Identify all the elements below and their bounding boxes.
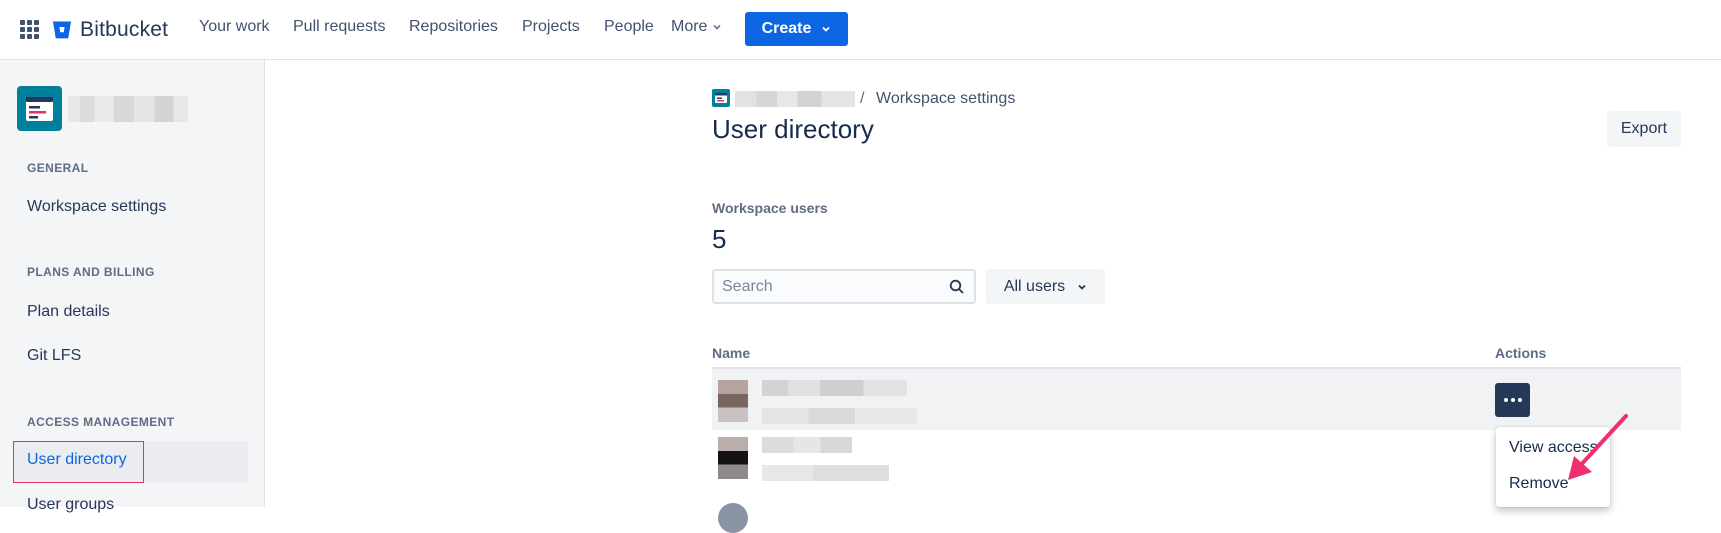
column-header-actions: Actions [1495,345,1547,361]
user-name-redacted [762,437,852,453]
more-horizontal-icon-dot [1517,398,1522,402]
sidebar-item-user-groups[interactable]: User groups [27,496,114,514]
user-name-redacted [762,380,907,396]
chevron-down-icon [1078,284,1086,290]
top-navigation: Bitbucket Your work Pull requests Reposi… [0,0,1721,60]
nav-more[interactable]: More [671,18,722,36]
sidebar: GENERAL Workspace settings PLANS AND BIL… [0,60,265,513]
user-filter-label: All users [1003,277,1066,295]
brand-name: Bitbucket [80,18,169,41]
create-button[interactable]: Create [745,12,848,46]
search-field[interactable] [712,269,976,304]
breadcrumb-workspace-redacted[interactable] [735,91,855,107]
search-input[interactable] [714,271,944,302]
workspace-name-redacted [68,96,188,122]
user-avatar-redacted [718,437,748,479]
user-filter-dropdown[interactable]: All users [986,269,1105,304]
more-actions-button[interactable] [1495,383,1530,417]
section-general: GENERAL [27,161,89,175]
nav-pull-requests[interactable]: Pull requests [293,18,386,36]
column-header-name: Name [712,345,751,361]
export-button[interactable]: Export [1607,111,1681,147]
breadcrumb-workspace-settings[interactable]: Workspace settings [876,90,1015,108]
breadcrumb-workspace-icon[interactable] [712,89,730,107]
bitbucket-logo-icon [53,21,71,39]
user-avatar [718,503,748,533]
nav-your-work[interactable]: Your work [199,18,270,36]
more-horizontal-icon-dot [1503,398,1508,402]
sidebar-item-plan-details[interactable]: Plan details [27,303,110,321]
page-title: User directory [712,114,874,144]
breadcrumb-separator: / [860,90,865,107]
section-plans-billing: PLANS AND BILLING [27,265,155,279]
bitbucket-logo[interactable]: Bitbucket [52,16,168,44]
sidebar-item-git-lfs[interactable]: Git LFS [27,347,81,365]
nav-more-label: More [671,18,708,35]
workspace-avatar[interactable] [17,86,62,131]
app-switcher-grid-icon[interactable] [20,20,39,39]
user-email-redacted [762,408,917,424]
create-button-label: Create [761,20,812,37]
nav-projects[interactable]: Projects [522,18,580,36]
nav-people[interactable]: People [604,18,654,36]
chevron-down-icon [713,24,722,30]
sidebar-item-user-directory[interactable]: User directory [27,451,127,469]
nav-repositories[interactable]: Repositories [409,18,498,36]
search-icon[interactable] [949,279,965,295]
workspace-users-label: Workspace users [712,200,828,216]
workspace-avatar-icon [26,97,53,121]
chevron-down-icon [822,26,831,32]
section-access-management: ACCESS MANAGEMENT [27,415,175,429]
workspace-users-count: 5 [712,224,727,254]
workspace-icon [715,93,727,103]
annotation-arrow-icon [1568,414,1628,480]
user-email-redacted [762,465,889,481]
more-horizontal-icon-dot [1510,398,1515,402]
user-avatar-redacted [718,380,748,422]
sidebar-item-workspace-settings[interactable]: Workspace settings [27,198,166,216]
